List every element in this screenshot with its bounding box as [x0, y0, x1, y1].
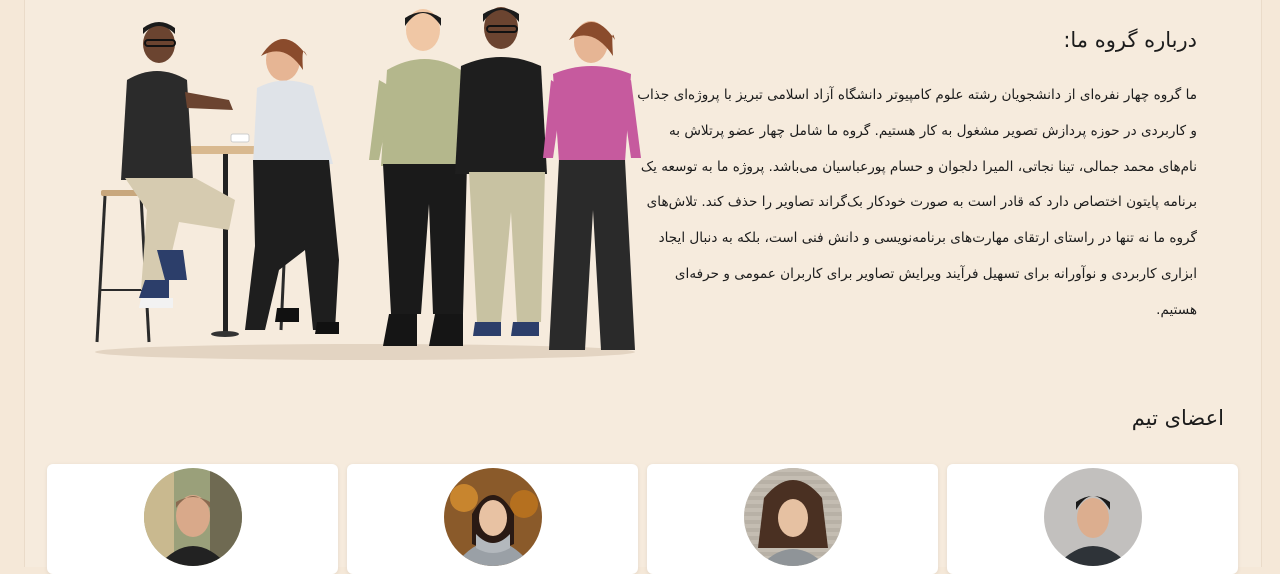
team-section-title: اعضای تیم: [1131, 406, 1224, 430]
team-member-avatar: [743, 468, 842, 566]
team-cards: [47, 464, 1238, 574]
about-section: درباره گروه ما: ما گروه چهار نفره‌ای از …: [637, 24, 1197, 329]
team-member-card[interactable]: [647, 464, 938, 574]
about-paragraph: ما گروه چهار نفره‌ای از دانشجویان رشته ع…: [637, 87, 1197, 318]
team-member-card[interactable]: [347, 464, 638, 574]
team-illustration: [95, 7, 641, 360]
about-title: درباره گروه ما:: [1063, 28, 1197, 52]
team-member-card[interactable]: [947, 464, 1238, 574]
team-member-avatar: [443, 468, 542, 566]
team-member-card[interactable]: [47, 464, 338, 574]
team-member-avatar: [1043, 468, 1142, 566]
team-member-avatar: [143, 468, 242, 566]
